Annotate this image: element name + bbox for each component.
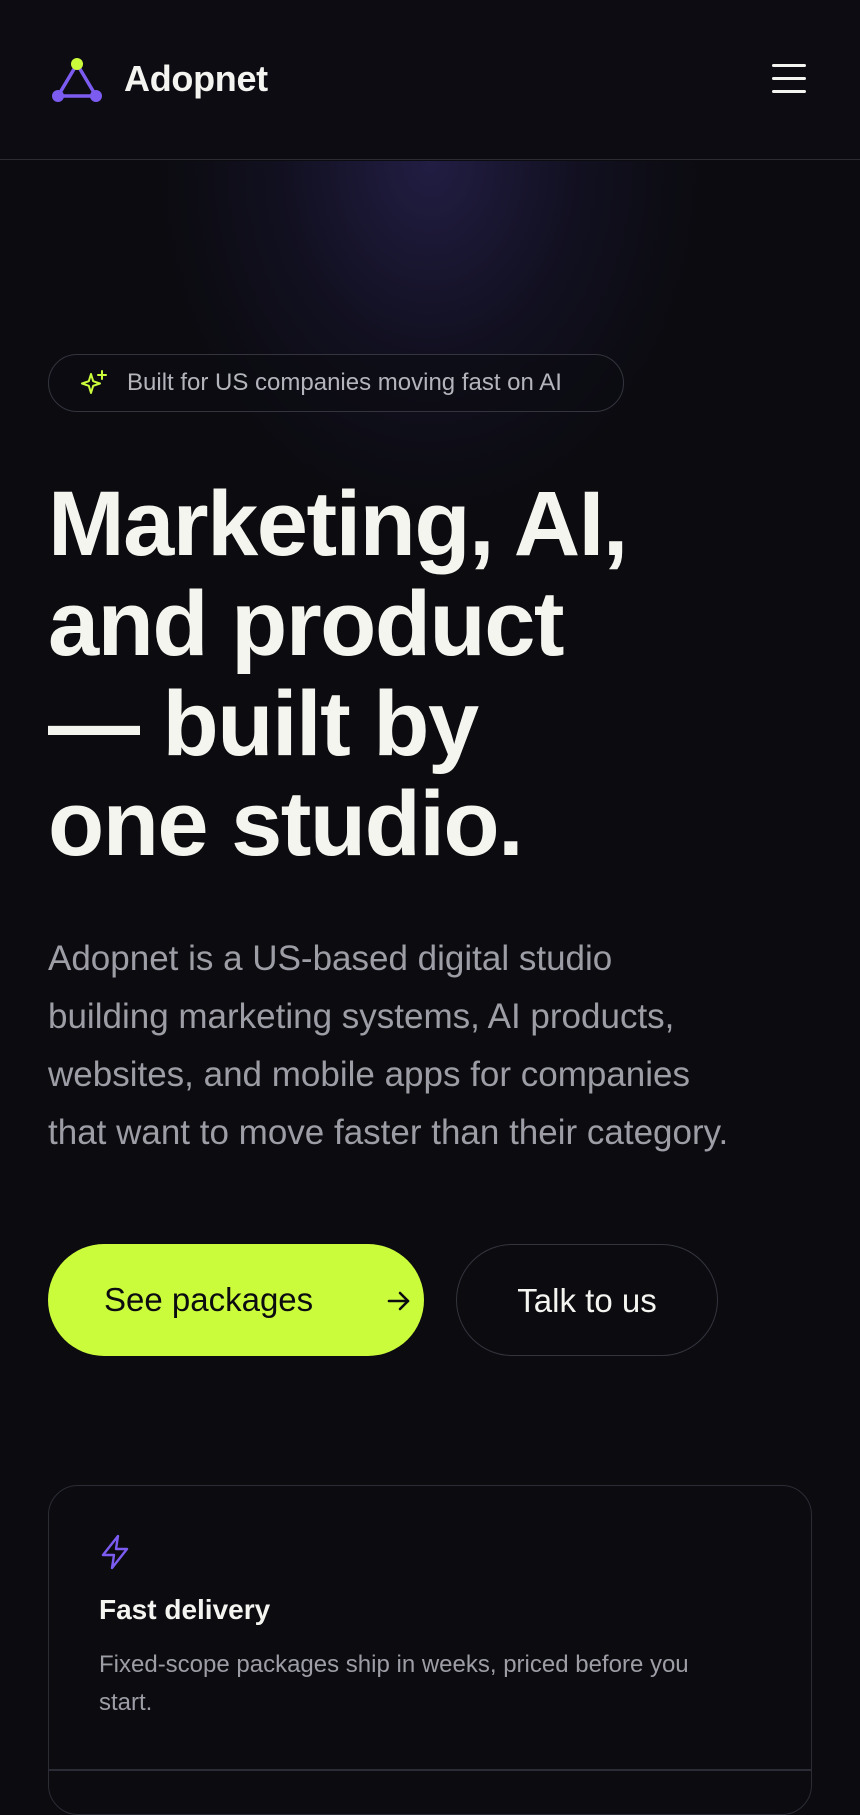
subtitle-line: Adopnet is a US-based digital studio [48,939,613,978]
card-divider [49,1769,811,1771]
see-packages-button[interactable]: See packages [48,1244,424,1356]
headline-line: and product [48,573,565,675]
arrow-right-icon [387,1291,410,1311]
badge-text: Built for US companies moving fast on AI [127,369,562,396]
headline-line: Marketing, AI, [48,473,628,575]
headline-line: — built by [48,673,479,775]
subtitle-line: websites, and mobile apps for companies [48,1055,691,1094]
lightning-bolt-icon [101,1534,129,1570]
sparkle-icon [81,370,107,394]
see-packages-label: See packages [104,1281,314,1318]
triangle-nodes-logo-icon[interactable] [50,56,104,106]
subtitle-line: building marketing systems, AI products, [48,997,675,1036]
feature-card: Fast delivery Fixed-scope packages ship … [48,1485,812,1815]
hero-subtitle: Adopnet is a US-based digital studio bui… [48,930,828,1162]
feature-description: Fixed-scope packages ship in weeks, pric… [99,1651,689,1716]
site-header: Adopnet [0,0,860,160]
headline-line: one studio. [48,773,524,875]
hero-badge: Built for US companies moving fast on AI [48,354,624,412]
subtitle-line: that want to move faster than their cate… [48,1113,729,1152]
hamburger-menu-icon[interactable] [772,62,808,96]
brand-name[interactable]: Adopnet [124,56,268,102]
feature-title: Fast delivery [99,1594,271,1625]
hero-headline: Marketing, AI, and product — built by on… [48,473,628,875]
talk-to-us-button[interactable]: Talk to us [456,1244,718,1356]
